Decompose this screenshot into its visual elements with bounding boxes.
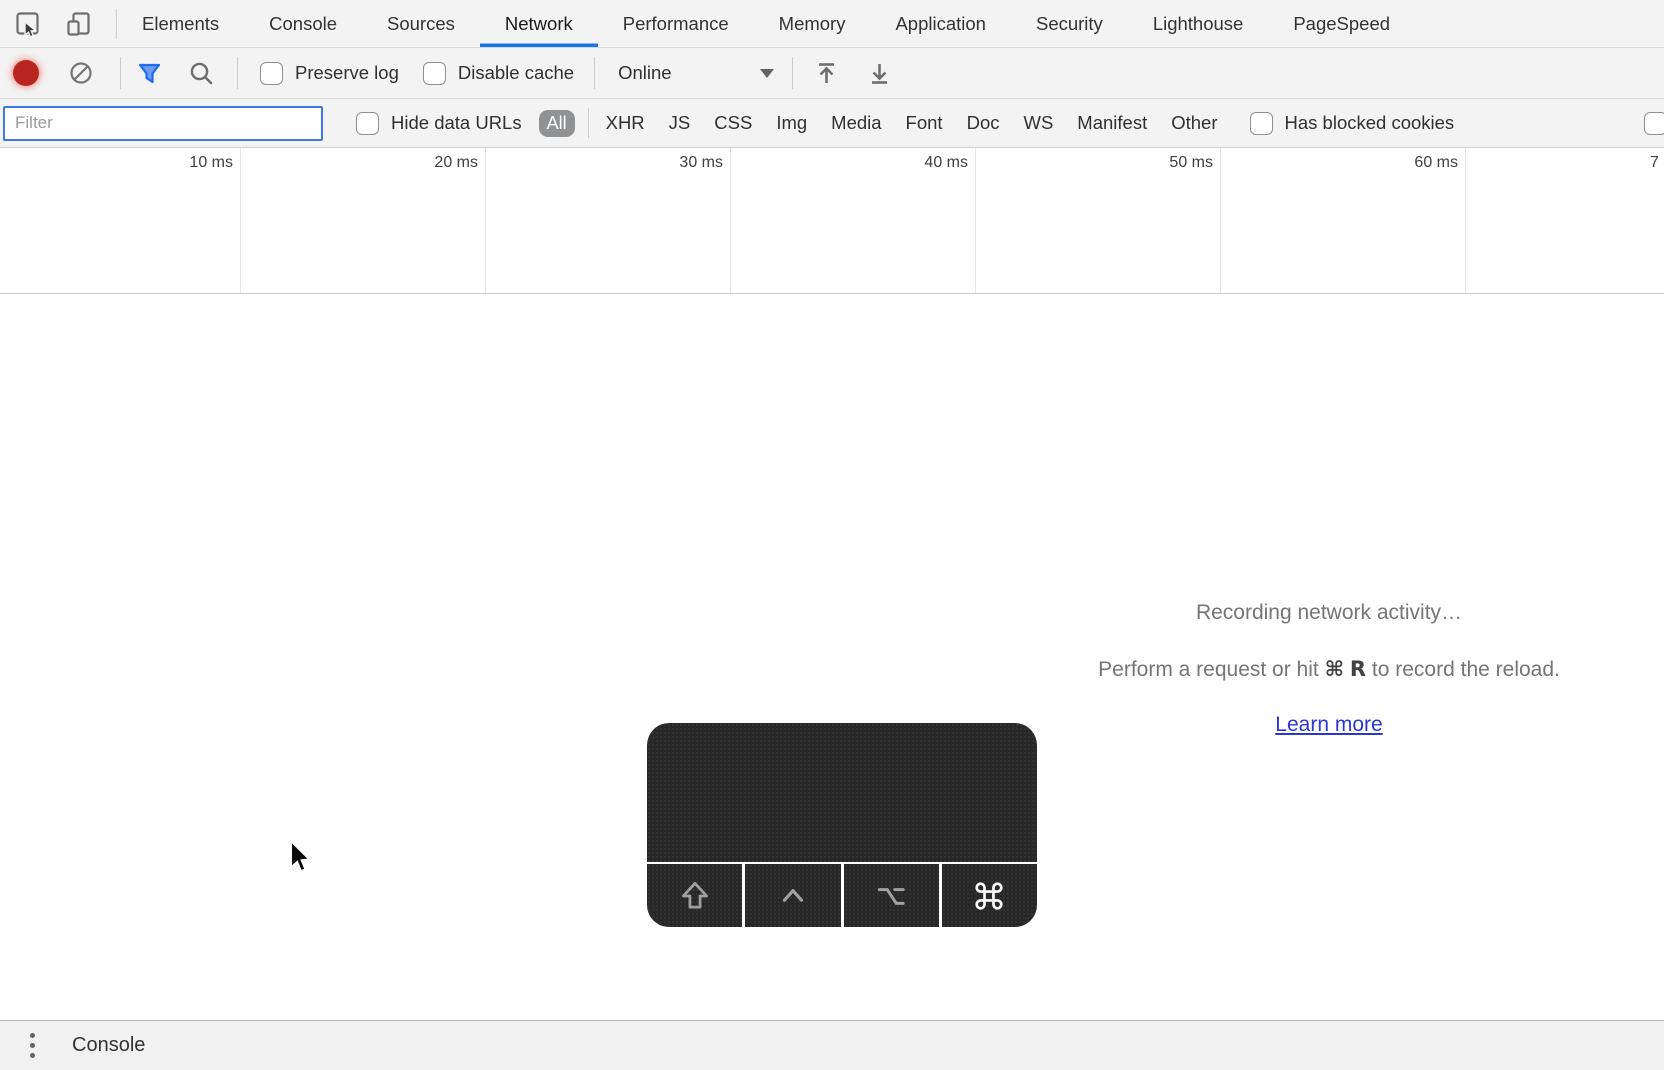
filter-type-css[interactable]: CSS	[714, 112, 752, 134]
control-icon	[775, 878, 811, 914]
option-icon	[873, 878, 909, 914]
tab-console[interactable]: Console	[244, 0, 362, 47]
network-toolbar: Preserve log Disable cache Online	[0, 48, 1664, 99]
disable-cache-label: Disable cache	[458, 62, 574, 84]
blocked-requests-checkbox[interactable]	[1644, 112, 1664, 135]
keystroke-overlay	[647, 723, 1037, 927]
network-request-list-empty: Recording network activity… Perform a re…	[0, 294, 1664, 1021]
has-blocked-cookies-label: Has blocked cookies	[1285, 112, 1455, 134]
throttling-value: Online	[618, 62, 671, 84]
kebab-dot	[30, 1033, 35, 1038]
ruler-gridline	[240, 148, 241, 293]
ruler-gridline	[1220, 148, 1221, 293]
download-icon	[866, 60, 893, 87]
keystroke-overlay-display	[647, 723, 1037, 862]
command-key-glyph: ⌘	[1325, 657, 1344, 681]
preserve-log-checkbox[interactable]	[260, 62, 283, 85]
ruler-tick-label: 40 ms	[898, 154, 968, 172]
clear-icon	[68, 60, 94, 86]
tab-lighthouse[interactable]: Lighthouse	[1128, 0, 1269, 47]
command-key-active	[942, 864, 1037, 927]
option-key	[844, 864, 939, 927]
tab-performance[interactable]: Performance	[598, 0, 754, 47]
filter-type-js[interactable]: JS	[669, 112, 691, 134]
control-key	[745, 864, 840, 927]
hide-data-urls-checkbox[interactable]	[356, 112, 379, 135]
ruler-tick-label: 60 ms	[1388, 154, 1458, 172]
filter-type-font[interactable]: Font	[906, 112, 943, 134]
ruler-gridline	[975, 148, 976, 293]
ruler-gridline	[730, 148, 731, 293]
ruler-tick-label: 20 ms	[408, 154, 478, 172]
ruler-tick-label: 10 ms	[163, 154, 233, 172]
preserve-log-label: Preserve log	[295, 62, 399, 84]
tab-application[interactable]: Application	[870, 0, 1011, 47]
devtools-window: { "tabbar": { "tabs": ["Elements","Conso…	[0, 0, 1664, 1070]
mouse-cursor	[288, 840, 314, 876]
disable-cache-checkbox[interactable]	[423, 62, 446, 85]
drawer-menu-button[interactable]	[22, 1033, 42, 1058]
recording-empty-state: Recording network activity… Perform a re…	[994, 594, 1664, 738]
toolbar-divider	[594, 57, 595, 89]
clear-button[interactable]	[67, 60, 94, 87]
tab-network[interactable]: Network	[480, 0, 598, 47]
toolbar-divider	[237, 57, 238, 89]
recording-hint-text: Perform a request or hit ⌘ R to record t…	[994, 656, 1664, 683]
upload-icon	[813, 60, 840, 87]
shift-icon	[677, 878, 713, 914]
device-toolbar-icon	[66, 10, 94, 38]
ruler-tick-label: 30 ms	[653, 154, 723, 172]
network-overview-ruler[interactable]: 10 ms 20 ms 30 ms 40 ms 50 ms 60 ms 7	[0, 148, 1664, 294]
ruler-tick-label-partial: 7	[1650, 154, 1664, 172]
tab-memory[interactable]: Memory	[754, 0, 871, 47]
search-button[interactable]	[188, 60, 215, 87]
filter-toggle-button[interactable]	[136, 60, 163, 87]
filter-type-xhr[interactable]: XHR	[606, 112, 645, 134]
filter-type-media[interactable]: Media	[831, 112, 881, 134]
r-key-glyph: R	[1350, 657, 1366, 681]
record-button[interactable]	[13, 60, 39, 86]
toolbar-divider	[120, 57, 121, 89]
ruler-gridline	[1465, 148, 1466, 293]
tab-elements[interactable]: Elements	[117, 0, 244, 47]
filter-type-ws[interactable]: WS	[1023, 112, 1053, 134]
import-har-button[interactable]	[813, 60, 840, 87]
export-har-button[interactable]	[866, 60, 893, 87]
modifier-key-row	[647, 864, 1037, 927]
filter-type-manifest[interactable]: Manifest	[1077, 112, 1147, 134]
ruler-tick-label: 50 ms	[1143, 154, 1213, 172]
filter-input[interactable]	[3, 106, 323, 141]
drawer-tab-console[interactable]: Console	[72, 1034, 145, 1057]
drawer-bar: Console	[0, 1020, 1664, 1070]
inspect-element-button[interactable]	[13, 9, 43, 39]
filter-type-other[interactable]: Other	[1171, 112, 1217, 134]
funnel-icon	[136, 60, 163, 87]
filter-type-doc[interactable]: Doc	[967, 112, 1000, 134]
shift-key	[647, 864, 742, 927]
command-icon	[970, 877, 1008, 915]
toolbar-divider	[792, 57, 793, 89]
inspect-cursor-icon	[14, 10, 42, 38]
throttling-dropdown[interactable]: Online	[618, 62, 774, 84]
filter-type-img[interactable]: Img	[776, 112, 807, 134]
recording-status-text: Recording network activity…	[994, 594, 1664, 626]
filterbar-divider	[588, 108, 589, 138]
hint-prefix: Perform a request or hit	[1098, 658, 1324, 681]
chevron-down-icon	[760, 69, 774, 78]
device-toolbar-button[interactable]	[65, 9, 95, 39]
ruler-gridline	[485, 148, 486, 293]
tab-security[interactable]: Security	[1011, 0, 1128, 47]
network-filter-bar: Hide data URLs All XHR JS CSS Img Media …	[0, 99, 1664, 148]
devtools-tabbar: Elements Console Sources Network Perform…	[0, 0, 1664, 48]
hint-suffix: to record the reload.	[1366, 658, 1560, 681]
kebab-dot	[30, 1043, 35, 1048]
search-icon	[188, 60, 215, 87]
has-blocked-cookies-checkbox[interactable]	[1250, 112, 1273, 135]
learn-more-link[interactable]: Learn more	[1275, 713, 1382, 736]
tab-sources[interactable]: Sources	[362, 0, 480, 47]
kebab-dot	[30, 1053, 35, 1058]
hide-data-urls-label: Hide data URLs	[391, 112, 522, 134]
filter-type-all[interactable]: All	[539, 110, 575, 137]
tab-pagespeed[interactable]: PageSpeed	[1268, 0, 1415, 47]
